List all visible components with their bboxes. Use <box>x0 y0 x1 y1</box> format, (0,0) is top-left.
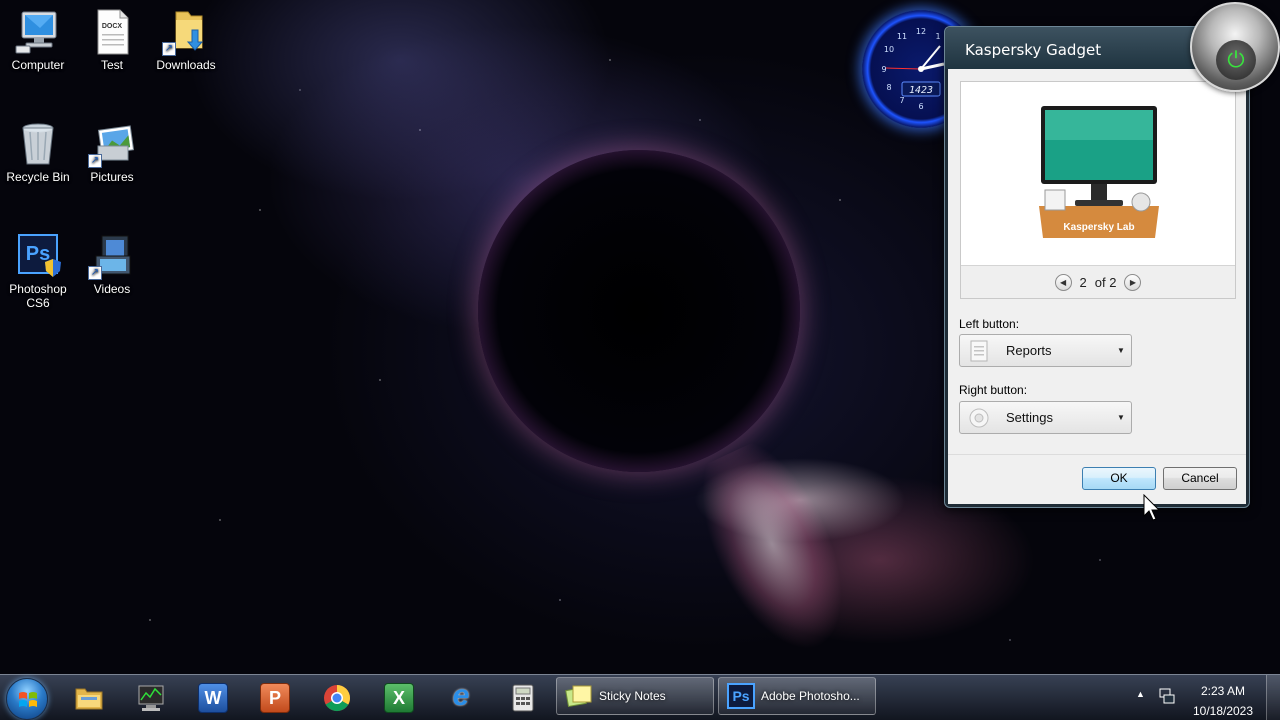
recycle-bin-icon <box>14 120 62 168</box>
right-button-label: Right button: <box>959 383 1028 397</box>
cancel-button[interactable]: Cancel <box>1163 467 1237 490</box>
right-button-dropdown[interactable]: Settings ▼ <box>959 401 1132 434</box>
desktop-icon-test[interactable]: DOCX Test <box>74 8 150 72</box>
next-page-button[interactable]: ▶ <box>1124 273 1142 291</box>
excel-icon: X <box>384 683 414 713</box>
preview-pager: ◀ 2 of 2 ▶ <box>961 265 1235 298</box>
uac-shield-icon <box>45 259 61 277</box>
docx-badge: DOCX <box>101 23 123 30</box>
ie-glyph: e <box>452 679 470 712</box>
gadget-preview: Kaspersky Lab ◀ 2 of 2 ▶ <box>960 81 1236 299</box>
photoshop-glyph: Ps <box>732 688 750 704</box>
taskbar-task-sticky-notes[interactable]: Sticky Notes <box>556 677 714 715</box>
desktop-icon-label: Computer <box>11 58 65 72</box>
word-icon: W <box>198 683 228 713</box>
left-button-label: Left button: <box>959 317 1020 331</box>
wallpaper-black-hole <box>478 150 800 472</box>
sticky-notes-icon <box>565 685 592 708</box>
internet-explorer-icon: e <box>446 681 476 713</box>
taskbar-pin-excel[interactable]: X <box>371 678 427 718</box>
taskbar-pin-powerpoint[interactable]: P <box>247 678 303 718</box>
kaspersky-gadget-window: Kaspersky Gadget Kaspersky Lab ◀ 2 of 2 … <box>944 26 1250 508</box>
taskbar-pin-explorer[interactable] <box>61 678 117 718</box>
folder-icon <box>75 688 103 710</box>
network-icon[interactable] <box>1158 687 1176 705</box>
reports-icon <box>970 340 988 361</box>
desktop-icon-recycle-bin[interactable]: Recycle Bin <box>0 120 76 184</box>
previous-page-button[interactable]: ◀ <box>1054 273 1072 291</box>
settings-gear-icon <box>969 408 989 427</box>
desktop-icon-label: Videos <box>93 282 131 296</box>
desktop-icon-pictures[interactable]: ↗ Pictures <box>74 120 150 184</box>
powerpoint-glyph: P <box>268 688 281 708</box>
desktop-icon-label: Recycle Bin <box>6 170 70 184</box>
taskbar: W P X e Sticky Notes Ps Adobe Photosho..… <box>0 674 1280 720</box>
dialog-button-bar: OK Cancel <box>948 454 1246 504</box>
taskbar-pin-task-manager[interactable] <box>123 678 179 718</box>
taskbar-pin-word[interactable]: W <box>185 678 241 718</box>
page-total: of 2 <box>1094 274 1117 290</box>
desktop-icon-label: Test <box>100 58 123 72</box>
window-body: Kaspersky Lab ◀ 2 of 2 ▶ Left button: Re… <box>948 69 1246 504</box>
clock-digital-readout: 1423 <box>909 85 933 96</box>
gadget-power-orb[interactable]: ⏻ <box>1190 2 1280 92</box>
task-label: Sticky Notes <box>599 689 666 703</box>
desktop-icon-photoshop[interactable]: Ps Photoshop CS6 <box>0 232 76 310</box>
chrome-icon <box>324 685 351 712</box>
clock-number-12: 12 <box>916 27 926 36</box>
chevron-down-icon: ▼ <box>1117 413 1125 422</box>
kaspersky-lab-label: Kaspersky Lab <box>1063 222 1135 233</box>
taskbar-pin-internet-explorer[interactable]: e <box>433 678 489 718</box>
task-manager-icon <box>138 685 164 711</box>
kaspersky-monitor-icon: Kaspersky Lab <box>1037 102 1161 242</box>
docx-file-icon: DOCX <box>88 8 136 56</box>
videos-icon: ↗ <box>88 232 136 280</box>
clock-number-7: 7 <box>899 96 904 105</box>
desktop-icon-computer[interactable]: Computer <box>0 8 76 72</box>
taskbar-task-photoshop[interactable]: Ps Adobe Photosho... <box>718 677 876 715</box>
left-button-dropdown[interactable]: Reports ▼ <box>959 334 1132 367</box>
photoshop-icon: Ps <box>727 683 755 709</box>
desktop-icon-downloads[interactable]: ↗ Downloads <box>148 8 224 72</box>
shortcut-arrow-icon: ↗ <box>88 266 102 280</box>
right-button-value: Settings <box>1006 410 1053 425</box>
shortcut-arrow-icon: ↗ <box>88 154 102 168</box>
chevron-down-icon: ▼ <box>1117 346 1125 355</box>
calculator-icon <box>512 684 534 712</box>
word-glyph: W <box>204 688 222 708</box>
page-current: 2 <box>1079 274 1087 290</box>
excel-glyph: X <box>392 688 405 708</box>
shortcut-arrow-icon: ↗ <box>162 42 176 56</box>
clock-number-10: 10 <box>884 45 894 54</box>
show-desktop-button[interactable] <box>1266 675 1280 720</box>
windows-logo-icon <box>19 692 37 707</box>
taskbar-pin-calculator[interactable] <box>495 678 551 718</box>
clock-number-6: 6 <box>918 102 923 111</box>
clock-number-1: 1 <box>935 32 940 41</box>
start-button[interactable] <box>6 678 48 720</box>
show-hidden-icons-icon[interactable]: ▲ <box>1136 689 1145 699</box>
power-icon: ⏻ <box>1216 40 1256 80</box>
ok-button[interactable]: OK <box>1082 467 1156 490</box>
desktop-icon-label: Pictures <box>90 170 134 184</box>
downloads-folder-icon: ↗ <box>162 8 210 56</box>
clock-number-11: 11 <box>897 32 907 41</box>
task-label: Adobe Photosho... <box>761 689 860 703</box>
clock-number-9: 9 <box>881 65 886 74</box>
mouse-cursor-icon <box>1143 494 1161 521</box>
taskbar-clock[interactable]: 2:23 AM 10/18/2023 <box>1186 681 1260 720</box>
photoshop-icon: Ps <box>14 232 62 280</box>
taskbar-date: 10/18/2023 <box>1192 704 1254 718</box>
pictures-icon: ↗ <box>88 120 136 168</box>
powerpoint-icon: P <box>260 683 290 713</box>
desktop-icon-label: Photoshop CS6 <box>9 282 67 310</box>
desktop-icon-label: Downloads <box>156 58 216 72</box>
desktop-icon-videos[interactable]: ↗ Videos <box>74 232 150 296</box>
clock-number-8: 8 <box>886 83 891 92</box>
left-button-value: Reports <box>1006 343 1052 358</box>
taskbar-time: 2:23 AM <box>1200 684 1246 698</box>
taskbar-pin-chrome[interactable] <box>309 678 365 718</box>
computer-icon <box>14 8 62 56</box>
